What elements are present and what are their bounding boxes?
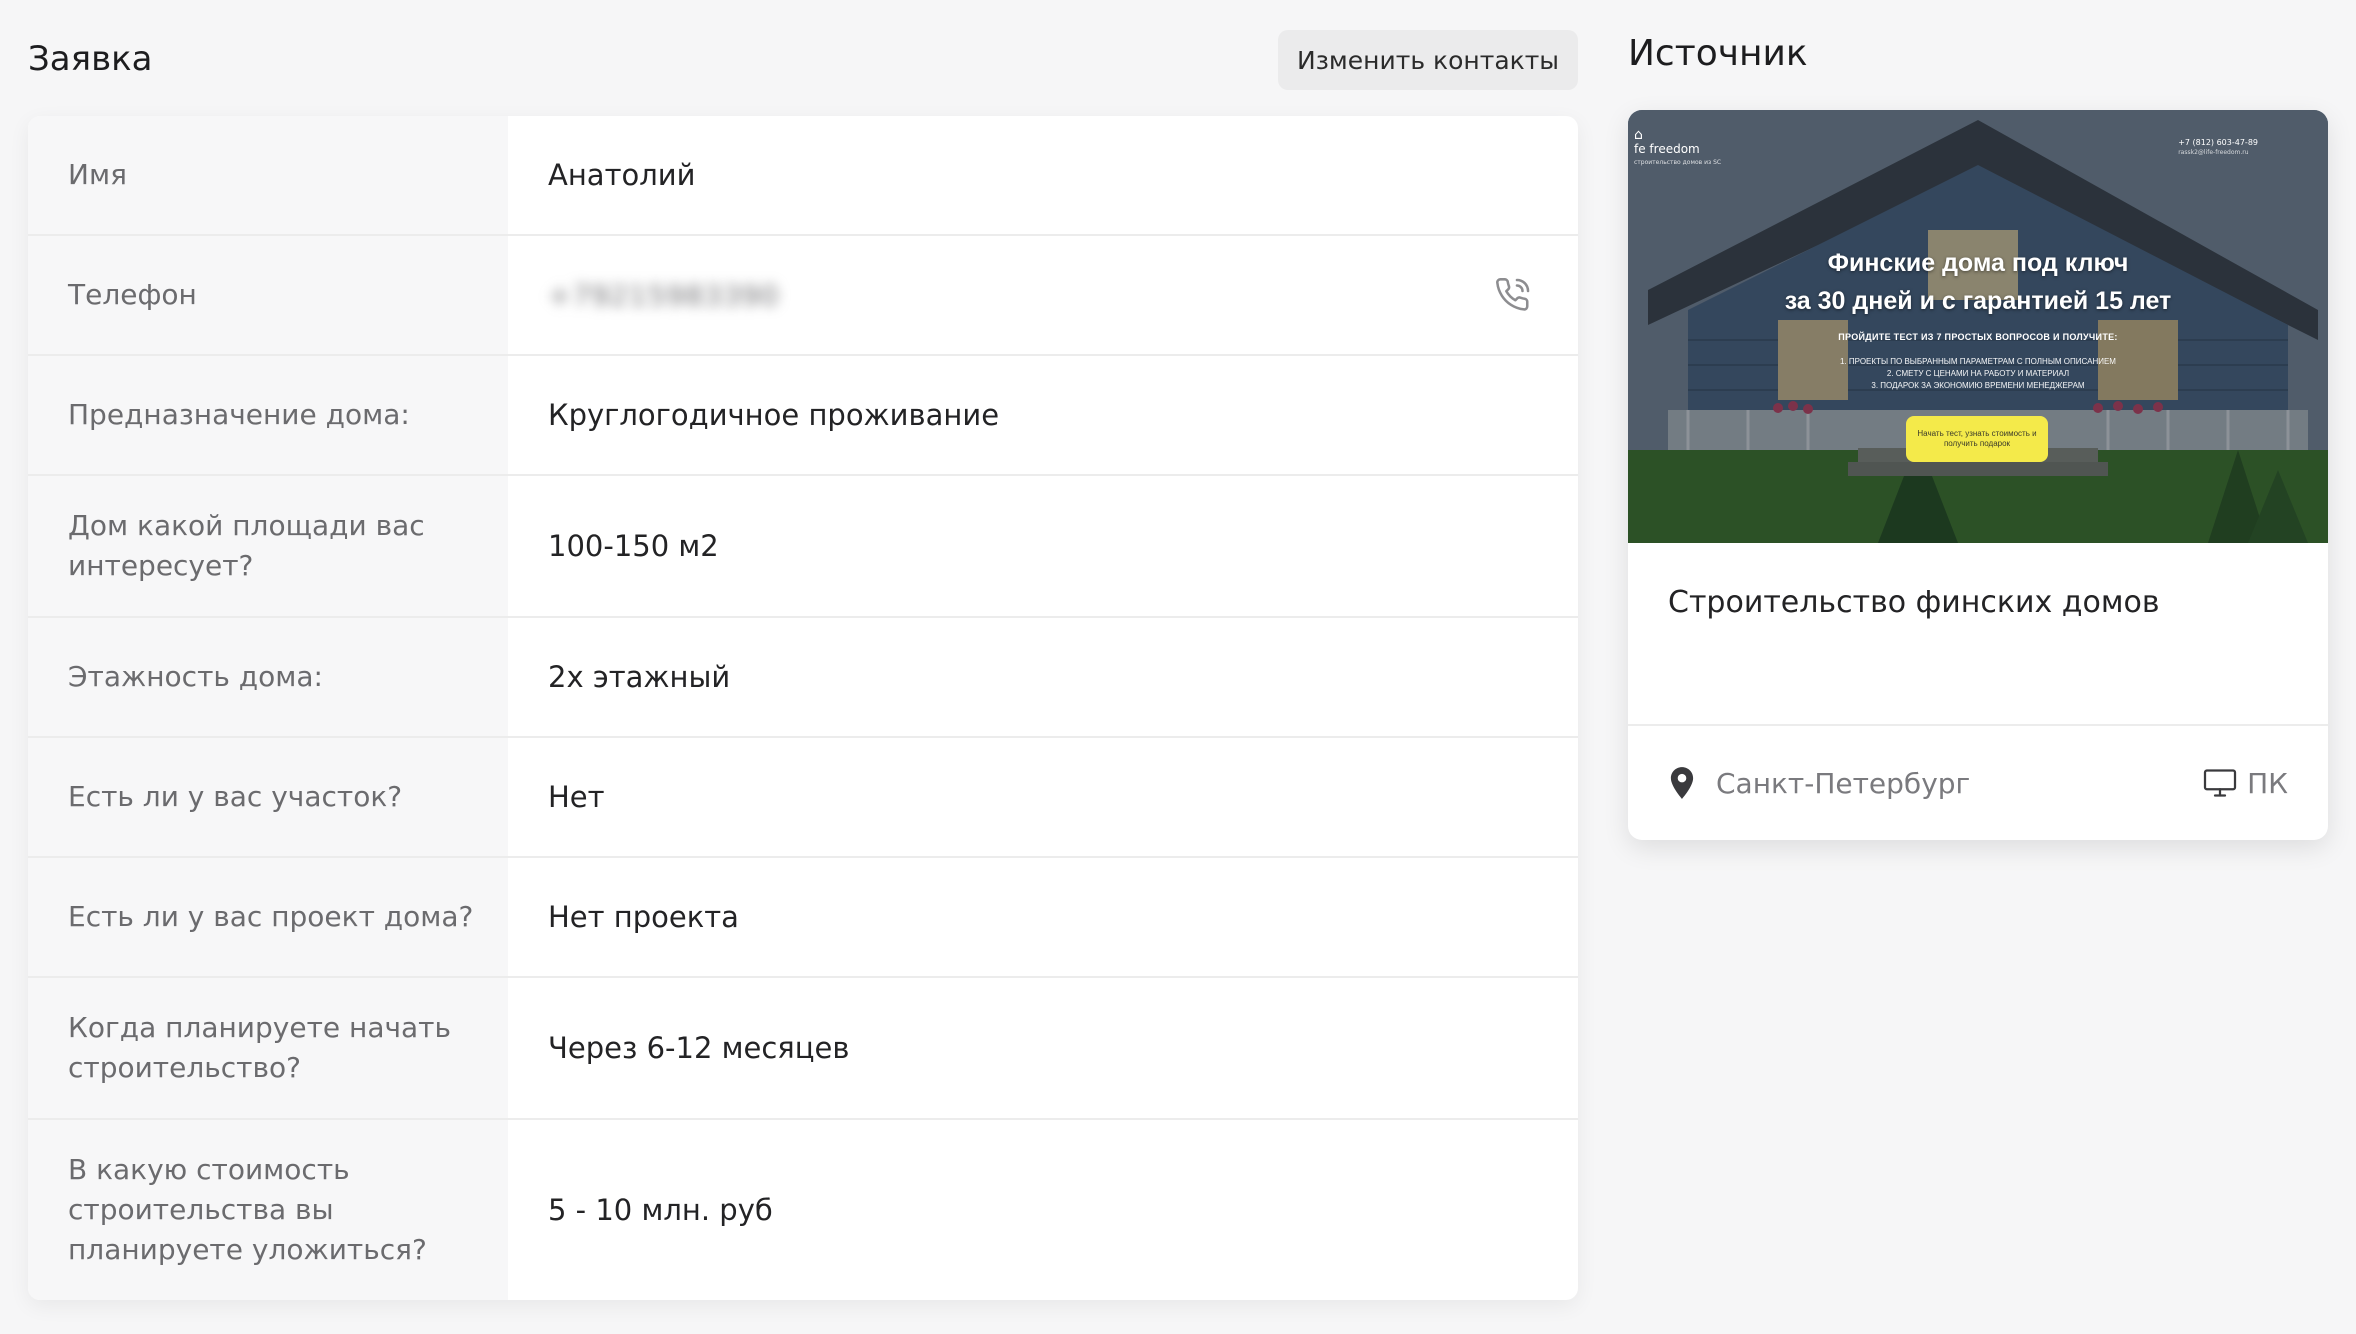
preview-logo: ⌂ fe freedom строительство домов из SC — [1634, 128, 1721, 170]
phone-value-blurred: +79215983390 — [548, 278, 780, 312]
preview-headline-line2: за 30 дней и с гарантией 15 лет — [1784, 287, 2172, 315]
row-value: Круглогодичное проживание — [508, 356, 1578, 474]
preview-subheadline: ПРОЙДИТЕ ТЕСТ ИЗ 7 ПРОСТЫХ ВОПРОСОВ И ПО… — [1838, 332, 2118, 342]
preview-logo-subtext: строительство домов из SC — [1634, 159, 1722, 166]
home-icon: ⌂ — [1634, 127, 1643, 143]
row-value: 2х этажный — [508, 618, 1578, 736]
row-value: 5 - 10 млн. руб — [508, 1120, 1578, 1300]
form-row-start-time: Когда планируете начать строительство? Ч… — [28, 978, 1578, 1120]
edit-contacts-button[interactable]: Изменить контакты — [1278, 30, 1578, 90]
page-title: Заявка — [28, 39, 153, 79]
request-header: Заявка Изменить контакты — [28, 30, 1578, 90]
preview-overlay — [1628, 110, 2328, 543]
row-value: Нет проекта — [508, 858, 1578, 976]
row-value: 100-150 м2 — [508, 476, 1578, 616]
name-value: Анатолий — [548, 158, 696, 192]
device-text: ПК — [2247, 767, 2288, 800]
floors-value: 2х этажный — [548, 660, 731, 694]
preview-benefits-list: 1. ПРОЕКТЫ ПО ВЫБРАННЫМ ПАРАМЕТРАМ С ПОЛ… — [1628, 356, 2328, 392]
row-value: Анатолий — [508, 116, 1578, 234]
row-label: Есть ли у вас проект дома? — [28, 858, 508, 976]
form-row-project: Есть ли у вас проект дома? Нет проекта — [28, 858, 1578, 978]
preview-benefit-item: 3. ПОДАРОК ЗА ЭКОНОМИЮ ВРЕМЕНИ МЕНЕДЖЕРА… — [1871, 381, 2085, 390]
request-details-card: Имя Анатолий Телефон +79215983390 Предна… — [28, 116, 1578, 1300]
source-title: Источник — [1628, 33, 1808, 74]
house-area-value: 100-150 м2 — [548, 529, 719, 563]
source-footer: Санкт-Петербург ПК — [1628, 726, 2328, 840]
preview-email: rassk2@life-freedom.ru — [2178, 149, 2249, 156]
row-label: Есть ли у вас участок? — [28, 738, 508, 856]
form-row-floors: Этажность дома: 2х этажный — [28, 618, 1578, 738]
preview-benefit-item: 2. СМЕТУ С ЦЕНАМИ НА РАБОТУ И МАТЕРИАЛ — [1886, 369, 2070, 378]
row-label: Когда планируете начать строительство? — [28, 978, 508, 1118]
preview-contacts: +7 (812) 603-47-89 rassk2@life-freedom.r… — [2178, 138, 2258, 158]
plot-value: Нет — [548, 780, 605, 814]
form-row-phone: Телефон +79215983390 — [28, 236, 1578, 356]
row-label: Дом какой площади вас интересует? — [28, 476, 508, 616]
house-purpose-value: Круглогодичное проживание — [548, 398, 1000, 432]
map-pin-icon — [1670, 767, 1694, 799]
preview-headline: Финские дома под ключ за 30 дней и с гар… — [1628, 244, 2328, 320]
form-row-plot: Есть ли у вас участок? Нет — [28, 738, 1578, 858]
budget-value: 5 - 10 млн. руб — [548, 1193, 773, 1227]
project-value: Нет проекта — [548, 900, 739, 934]
row-value: Через 6-12 месяцев — [508, 978, 1578, 1118]
source-card: ⌂ fe freedom строительство домов из SC +… — [1628, 110, 2328, 840]
form-row-house-area: Дом какой площади вас интересует? 100-15… — [28, 476, 1578, 618]
phone-call-icon[interactable] — [1494, 276, 1532, 314]
preview-benefit-item: 1. ПРОЕКТЫ ПО ВЫБРАННЫМ ПАРАМЕТРАМ С ПОЛ… — [1840, 357, 2116, 366]
source-name: Строительство финских домов — [1668, 585, 2160, 620]
start-time-value: Через 6-12 месяцев — [548, 1031, 850, 1065]
row-label: Предназначение дома: — [28, 356, 508, 474]
landing-preview[interactable]: ⌂ fe freedom строительство домов из SC +… — [1628, 110, 2328, 543]
form-row-house-purpose: Предназначение дома: Круглогодичное прож… — [28, 356, 1578, 476]
preview-cta-button: Начать тест, узнать стоимость и получить… — [1906, 416, 2048, 462]
preview-headline-line1: Финские дома под ключ — [1827, 249, 2129, 277]
preview-logo-text: fe freedom — [1634, 142, 1700, 156]
preview-phone: +7 (812) 603-47-89 — [2178, 138, 2258, 147]
row-label: Телефон — [28, 236, 508, 354]
form-row-budget: В какую стоимость строительства вы плани… — [28, 1120, 1578, 1300]
row-label: Этажность дома: — [28, 618, 508, 736]
row-label: В какую стоимость строительства вы плани… — [28, 1120, 508, 1300]
monitor-icon — [2203, 769, 2237, 797]
row-value: +79215983390 — [508, 236, 1578, 354]
row-label: Имя — [28, 116, 508, 234]
form-row-name: Имя Анатолий — [28, 116, 1578, 236]
row-value: Нет — [508, 738, 1578, 856]
location-text: Санкт-Петербург — [1716, 767, 1971, 800]
